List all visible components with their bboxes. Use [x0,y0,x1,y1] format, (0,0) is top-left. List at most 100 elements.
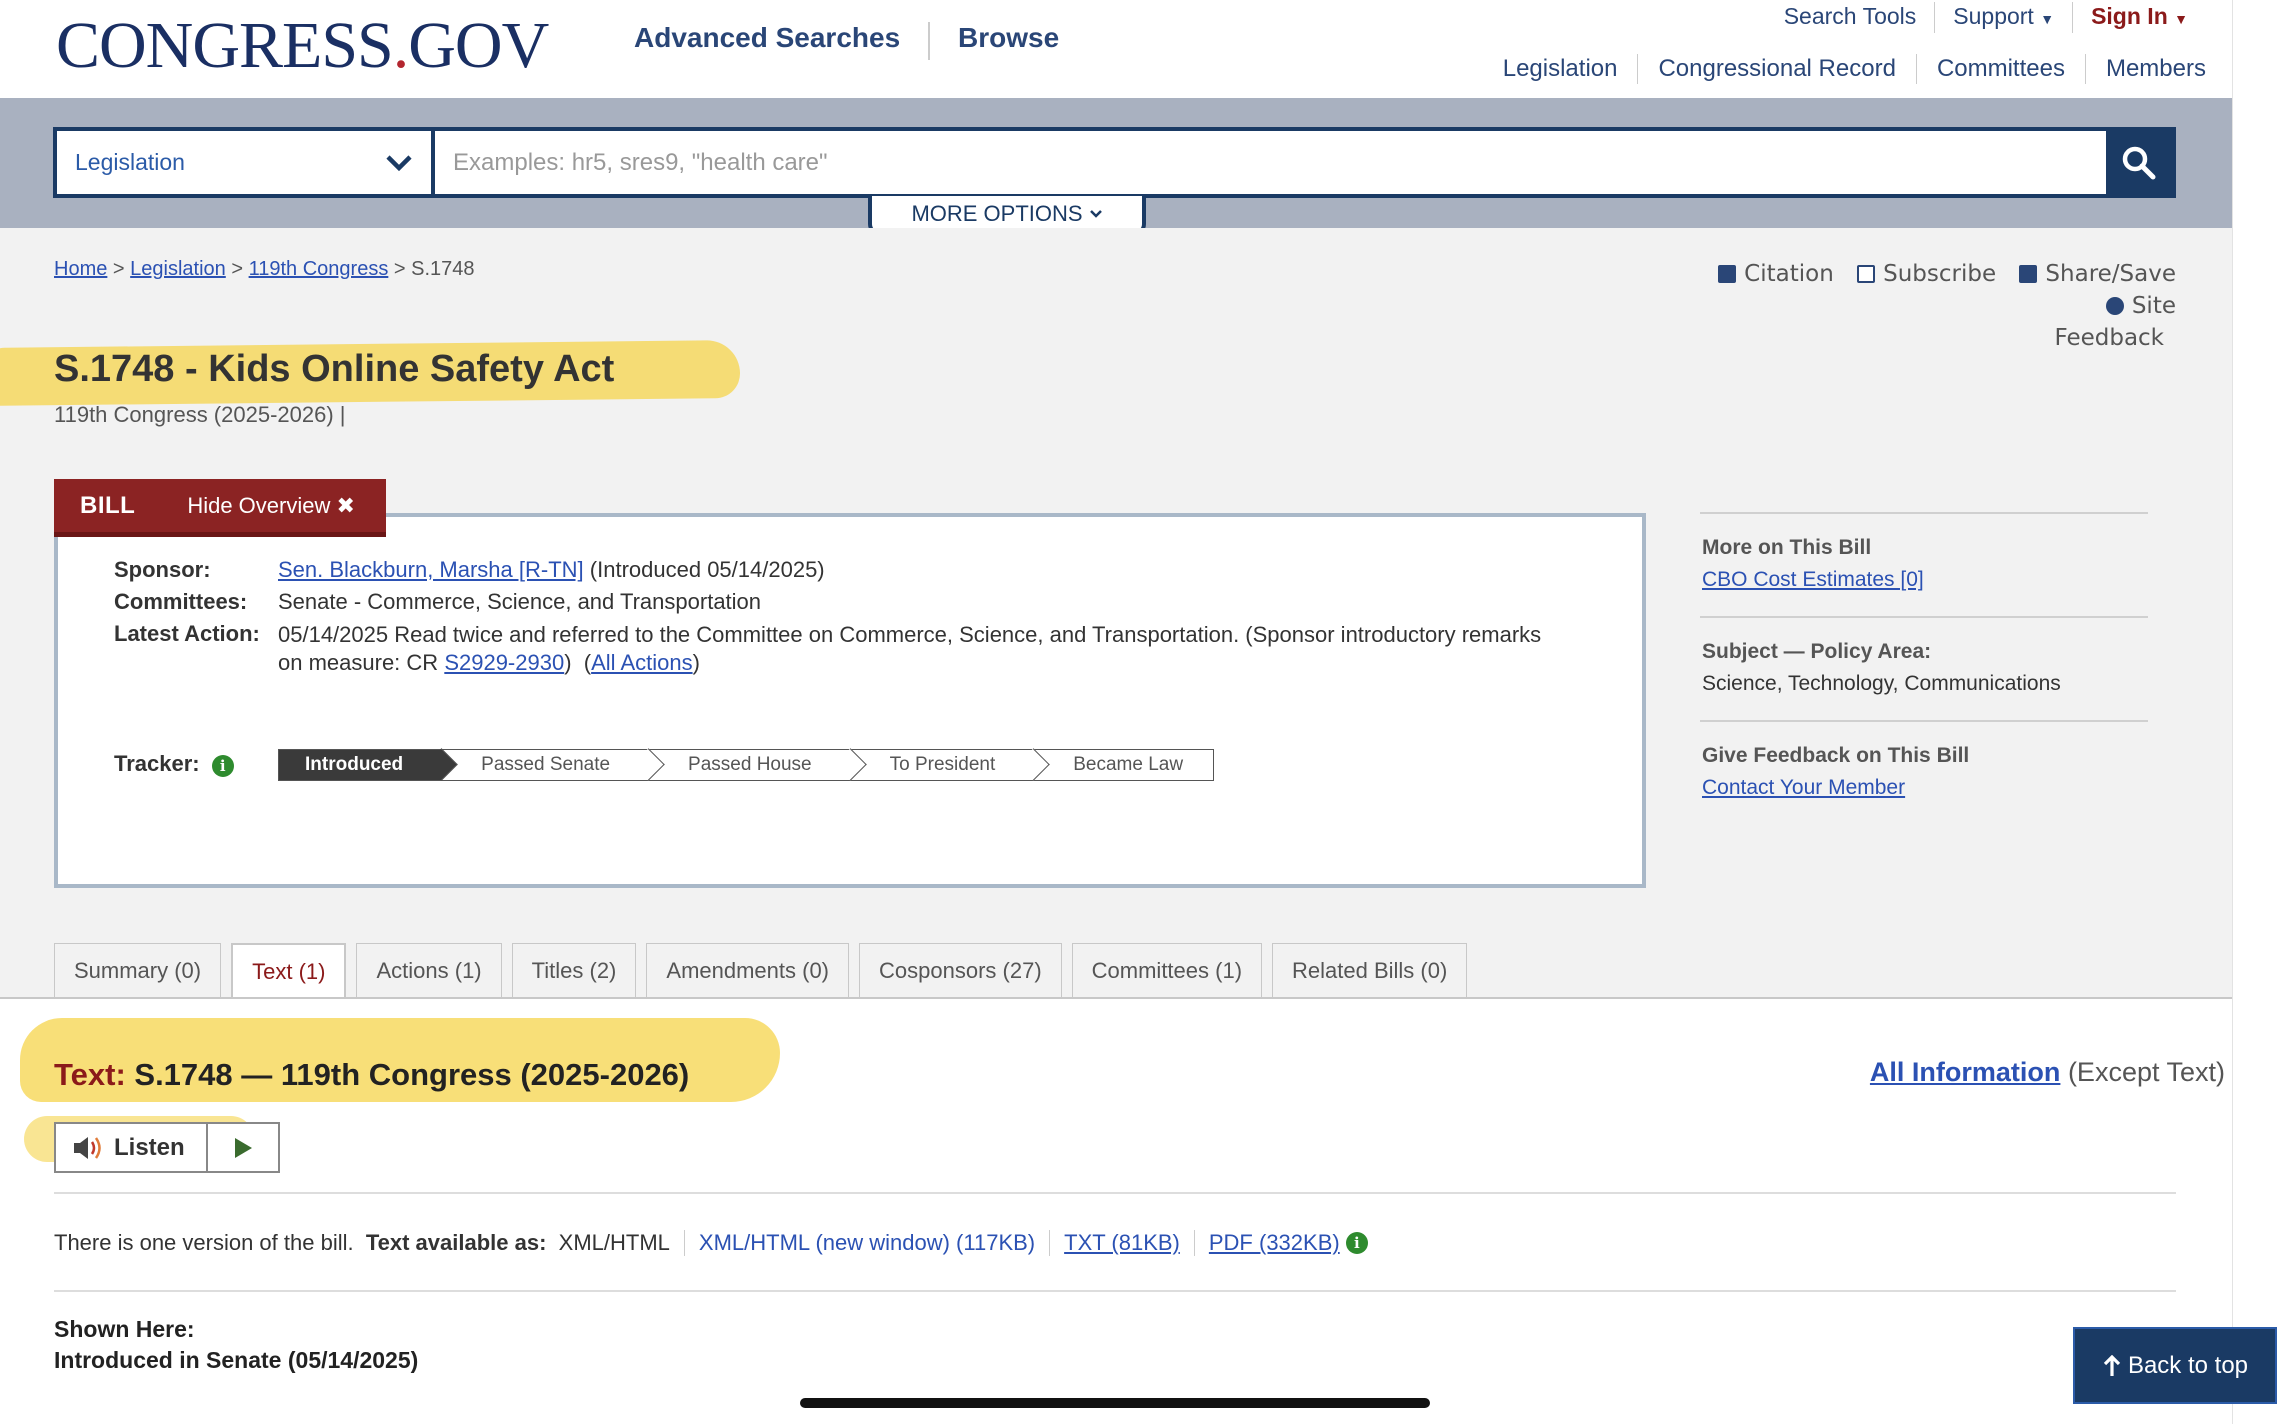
chevron-down-icon [386,154,412,171]
play-button[interactable] [208,1124,278,1171]
bill-tab-header: BILL Hide Overview ✖ [54,479,386,537]
search-box: Legislation [53,127,2176,198]
text-heading-title: S.1748 — 119th Congress (2025-2026) [134,1057,690,1092]
shown-here-label: Shown Here: [54,1316,195,1342]
tab-amendments[interactable]: Amendments (0) [646,943,850,998]
breadcrumb-congress[interactable]: 119th Congress [249,258,389,280]
committees-label: Committees: [114,589,248,614]
all-information-link-row: All Information (Except Text) [1870,1057,2225,1088]
breadcrumb: Home > Legislation > 119th Congress > S.… [54,258,475,281]
nav-congressional-record[interactable]: Congressional Record [1637,54,1915,84]
play-icon [235,1137,252,1158]
bill-tabs: Summary (0) Text (1) Actions (1) Titles … [54,943,1468,999]
tab-actions[interactable]: Actions (1) [356,943,502,998]
divider [683,1230,685,1256]
cbo-cost-estimates-link[interactable]: CBO Cost Estimates [0] [1702,568,1924,591]
search-scope-select[interactable]: Legislation [57,131,435,194]
hide-overview-button[interactable]: Hide Overview ✖ [161,493,355,519]
cr-link[interactable]: S2929-2930 [444,650,564,675]
search-tools-link[interactable]: Search Tools [1766,2,1935,33]
page-gutter [2232,0,2281,1424]
contact-member-link[interactable]: Contact Your Member [1702,776,1905,799]
divider [1049,1230,1051,1256]
breadcrumb-sep: > [112,258,125,280]
tab-cosponsors[interactable]: Cosponsors (27) [859,943,1062,998]
committees-value: Senate - Commerce, Science, and Transpor… [278,589,762,614]
tab-titles[interactable]: Titles (2) [511,943,637,998]
nav-browse[interactable]: Browse [958,22,1059,54]
listen-button[interactable]: Listen [56,1124,208,1171]
divider [1193,1230,1195,1256]
latest-action-text: 05/14/2025 Read twice and referred to th… [278,622,1542,647]
sign-in-menu[interactable]: Sign In ▼ [2072,2,2206,33]
caret-down-icon: ▼ [2174,11,2188,27]
nav-advanced-searches[interactable]: Advanced Searches [634,22,900,54]
support-menu[interactable]: Support ▼ [1934,2,2072,33]
tracker-step-to-president: To President [849,750,1034,780]
policy-area-heading: Subject — Policy Area: [1702,640,1932,663]
site-feedback-link-line2[interactable]: Feedback [2054,325,2164,351]
breadcrumb-sep: > [231,258,244,280]
breadcrumb-current: S.1748 [411,258,475,280]
nav-divider [928,22,930,60]
sponsor-intro-date: (Introduced 05/14/2025) [589,557,825,582]
share-save-link[interactable]: Share/Save [2019,261,2176,287]
breadcrumb-home[interactable]: Home [54,258,107,280]
bill-overview-area: Home > Legislation > 119th Congress > S.… [0,228,2232,998]
citation-link[interactable]: Citation [1718,261,1834,287]
tab-text[interactable]: Text (1) [231,943,347,999]
latest-action-text-2: on measure: CR [278,650,439,675]
congress-session: 119th Congress (2025-2026) | [54,402,346,427]
back-to-top-button[interactable]: Back to top [2073,1327,2277,1404]
breadcrumb-legislation[interactable]: Legislation [130,258,226,280]
latest-action-label: Latest Action: [114,621,260,646]
format-xml-html-current: XML/HTML [558,1230,670,1255]
policy-area-value: Science, Technology, Communications [1702,672,2061,695]
envelope-icon [1857,265,1876,283]
site-header: CONGRESS.GOV Advanced Searches Browse Se… [0,0,2232,98]
tracker-step-introduced: Introduced [279,750,442,780]
page-title: S.1748 - Kids Online Safety Act [54,348,615,390]
nav-legislation[interactable]: Legislation [1483,54,1638,84]
feedback-heading: Give Feedback on This Bill [1702,744,1970,767]
subscribe-link[interactable]: Subscribe [1857,261,1996,287]
tab-related-bills[interactable]: Related Bills (0) [1272,943,1468,998]
all-information-link[interactable]: All Information [1870,1057,2061,1087]
bill-sidebar: More on This Bill CBO Cost Estimates [0]… [1700,512,2148,824]
chevron-down-icon [1089,210,1102,218]
congress-gov-logo[interactable]: CONGRESS.GOV [56,8,549,84]
tracker-label: Tracker: [114,751,200,776]
comment-icon [2105,297,2124,315]
sponsor-row: Sponsor: [114,557,282,583]
nav-members[interactable]: Members [2084,54,2206,84]
sponsor-label: Sponsor: [114,557,211,582]
versions-intro: There is one version of the bill. [54,1230,354,1255]
info-icon[interactable]: i [211,755,234,777]
format-pdf-link[interactable]: PDF (332KB) [1209,1230,1340,1256]
info-icon[interactable]: i [1345,1232,1368,1254]
status-tracker: Introduced Passed Senate Passed House To… [278,749,1215,781]
citation-icon [1718,265,1737,283]
shown-here-block: Shown Here: Introduced in Senate (05/14/… [54,1314,418,1376]
policy-area-section: Subject — Policy Area: Science, Technolo… [1700,616,2148,720]
sponsor-link[interactable]: Sen. Blackburn, Marsha [R-TN] [278,557,584,582]
caret-down-icon: ▼ [2040,11,2055,27]
page-tools: Citation Subscribe Share/Save Site Feedb… [1616,258,2176,354]
all-information-note: (Except Text) [2067,1057,2225,1087]
tab-committees[interactable]: Committees (1) [1071,943,1263,998]
site-feedback-link[interactable]: Site [2105,293,2176,319]
all-actions-link[interactable]: All Actions [591,650,693,675]
search-input[interactable] [435,131,2106,194]
more-on-bill-section: More on This Bill CBO Cost Estimates [0] [1700,512,2148,616]
tab-summary[interactable]: Summary (0) [54,943,222,998]
search-button[interactable] [2106,131,2172,194]
nav-committees[interactable]: Committees [1915,54,2085,84]
main-section-links: Legislation Congressional Record Committ… [1483,54,2206,84]
feedback-section: Give Feedback on This Bill Contact Your … [1700,720,2148,824]
tracker-step-passed-senate: Passed Senate [441,750,649,780]
format-xml-new-window-link[interactable]: XML/HTML (new window) (117KB) [699,1230,1035,1256]
committees-row: Committees: [114,589,282,615]
divider [54,1290,2176,1292]
format-txt-link[interactable]: TXT (81KB) [1064,1230,1180,1256]
text-versions-row: There is one version of the bill. Text a… [54,1230,1368,1256]
